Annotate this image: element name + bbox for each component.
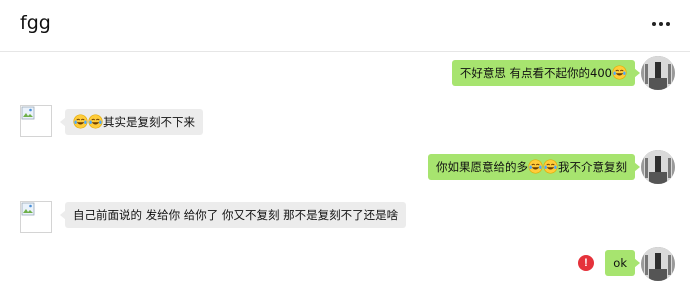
more-options-icon[interactable] [652,14,670,34]
message-bubble-incoming[interactable]: 自己前面说的 发给你 给你了 你又不复刻 那不是复刻不了还是啥 [59,202,407,228]
broken-image-icon [21,106,35,120]
chat-header: fgg [0,0,690,52]
message-text: 你如果愿意给的多 [436,160,528,174]
message-text: 不好意思 有点看不起你的400 [459,66,612,80]
laugh-cry-emoji-icon [612,65,627,80]
message-text: 其实是复刻不下来 [103,115,195,129]
message-text: 自己前面说的 发给你 给你了 你又不复刻 那不是复刻不了还是啥 [73,208,399,222]
message-bubble-outgoing[interactable]: 不好意思 有点看不起你的400 [451,60,641,86]
contact-avatar[interactable] [20,201,52,233]
send-failed-icon[interactable]: ! [578,255,594,271]
message-bubble-outgoing[interactable]: 你如果愿意给的多 我不介意复刻 [428,154,640,180]
my-avatar[interactable] [641,247,675,281]
contact-avatar[interactable] [20,105,52,137]
my-avatar[interactable] [641,56,675,90]
chat-title: fgg [20,12,51,34]
message-bubble-incoming[interactable]: 其实是复刻不下来 [60,109,203,135]
message-text: ok [613,256,627,270]
message-text: 我不介意复刻 [558,160,627,174]
broken-image-icon [21,202,35,216]
laugh-cry-emoji-icon [528,159,543,174]
laugh-cry-emoji-icon [88,114,103,129]
laugh-cry-emoji-icon [73,114,88,129]
my-avatar[interactable] [641,150,675,184]
laugh-cry-emoji-icon [543,159,558,174]
message-bubble-outgoing[interactable]: ok [605,250,640,276]
